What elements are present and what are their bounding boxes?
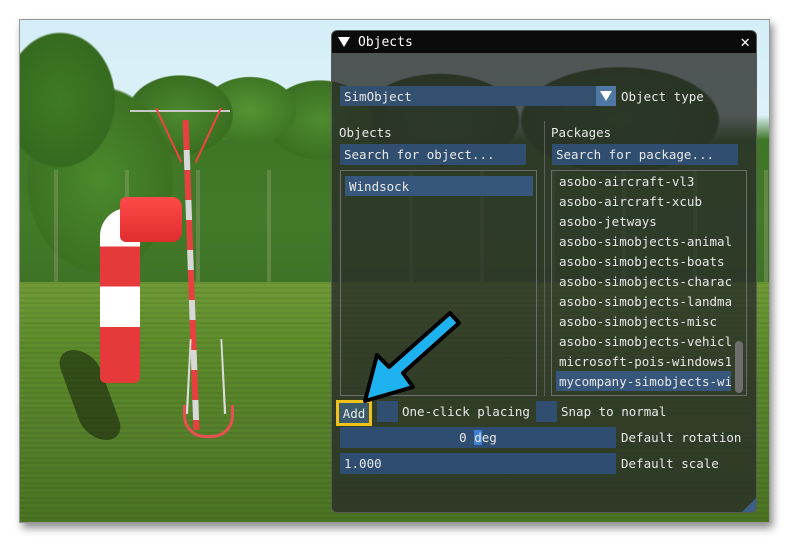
list-item[interactable]: asobo-simobjects-animals xyxy=(556,231,731,251)
arrow-shape xyxy=(363,311,461,403)
windsock-base-legs xyxy=(185,339,227,414)
package-search-input[interactable]: Search for package... xyxy=(552,144,738,165)
snap-to-normal-checkbox[interactable] xyxy=(536,401,557,422)
one-click-placing-label: One-click placing xyxy=(402,404,530,419)
resize-grip[interactable] xyxy=(742,498,756,512)
packages-scrollbar[interactable] xyxy=(734,173,744,393)
rotation-value: 0 xyxy=(459,430,475,445)
default-rotation-label: Default rotation xyxy=(621,430,742,445)
list-item-label: asobo-simobjects-boats xyxy=(559,253,725,269)
add-button-label: Add xyxy=(342,405,366,421)
list-item[interactable]: asobo-simobjects-characters xyxy=(556,271,731,291)
list-item[interactable]: asobo-simobjects-landmarks xyxy=(556,291,731,311)
windsock-mouth xyxy=(120,197,182,242)
object-type-dropdown[interactable]: SimObject xyxy=(340,86,616,106)
list-item[interactable]: asobo-aircraft-xcub xyxy=(556,191,731,211)
objects-heading: Objects xyxy=(339,125,392,140)
scale-value: 1.000 xyxy=(344,456,382,471)
default-scale-input[interactable]: 1.000 xyxy=(340,453,616,474)
collapse-triangle-icon[interactable] xyxy=(338,37,350,47)
list-item-label: microsoft-pois-windows11 xyxy=(559,353,731,369)
packages-list[interactable]: asobo-aircraft-vl3 asobo-aircraft-xcub a… xyxy=(551,170,747,396)
list-item-label: mycompany-simobjects-windsock xyxy=(559,373,731,389)
rotation-unit: eg xyxy=(481,430,497,445)
default-rotation-input[interactable]: 0 d eg xyxy=(340,427,616,448)
list-item-label: asobo-simobjects-misc xyxy=(559,313,718,329)
list-item-label: asobo-jetways xyxy=(559,213,657,229)
list-item-label: asobo-simobjects-vehicles xyxy=(559,333,731,349)
packages-list-items: asobo-aircraft-vl3 asobo-aircraft-xcub a… xyxy=(556,171,731,391)
object-type-value: SimObject xyxy=(344,88,412,104)
objects-dialog: Objects ✕ SimObject Object type Objects … xyxy=(331,30,757,513)
dialog-titlebar[interactable]: Objects ✕ xyxy=(332,31,756,53)
list-item-selected[interactable]: mycompany-simobjects-windsock xyxy=(556,371,731,391)
text-selection: d xyxy=(474,430,482,445)
list-item-label: Windsock xyxy=(349,178,410,194)
column-divider xyxy=(544,121,545,396)
dropdown-button[interactable] xyxy=(596,86,616,106)
close-icon[interactable]: ✕ xyxy=(740,34,750,50)
list-item-label: asobo-aircraft-vl3 xyxy=(559,173,695,189)
list-item[interactable]: microsoft-pois-windows11 xyxy=(556,351,731,371)
list-item[interactable]: asobo-aircraft-vl3 xyxy=(556,171,731,191)
list-item-label: asobo-aircraft-xcub xyxy=(559,193,702,209)
chevron-down-icon xyxy=(600,91,612,101)
list-item[interactable]: asobo-jetways xyxy=(556,211,731,231)
package-search-placeholder: Search for package... xyxy=(556,147,715,162)
annotation-arrow-icon xyxy=(363,311,461,403)
list-item-label: asobo-simobjects-animals xyxy=(559,233,731,249)
list-item[interactable]: asobo-simobjects-misc xyxy=(556,311,731,331)
default-scale-label: Default scale xyxy=(621,456,719,471)
windsock-frame-arm xyxy=(130,110,230,112)
snap-to-normal-label: Snap to normal xyxy=(561,404,667,419)
object-type-label: Object type xyxy=(621,89,704,104)
list-item-windsock[interactable]: Windsock xyxy=(345,176,533,196)
packages-heading: Packages xyxy=(551,125,612,140)
scrollbar-thumb[interactable] xyxy=(735,341,743,393)
list-item-label: asobo-simobjects-characters xyxy=(559,273,731,289)
object-search-placeholder: Search for object... xyxy=(344,147,495,162)
list-item-label: asobo-simobjects-landmarks xyxy=(559,293,731,309)
object-search-input[interactable]: Search for object... xyxy=(340,144,526,165)
dialog-title: Objects xyxy=(358,34,413,50)
list-item[interactable]: asobo-simobjects-boats xyxy=(556,251,731,271)
list-item[interactable]: asobo-simobjects-vehicles xyxy=(556,331,731,351)
